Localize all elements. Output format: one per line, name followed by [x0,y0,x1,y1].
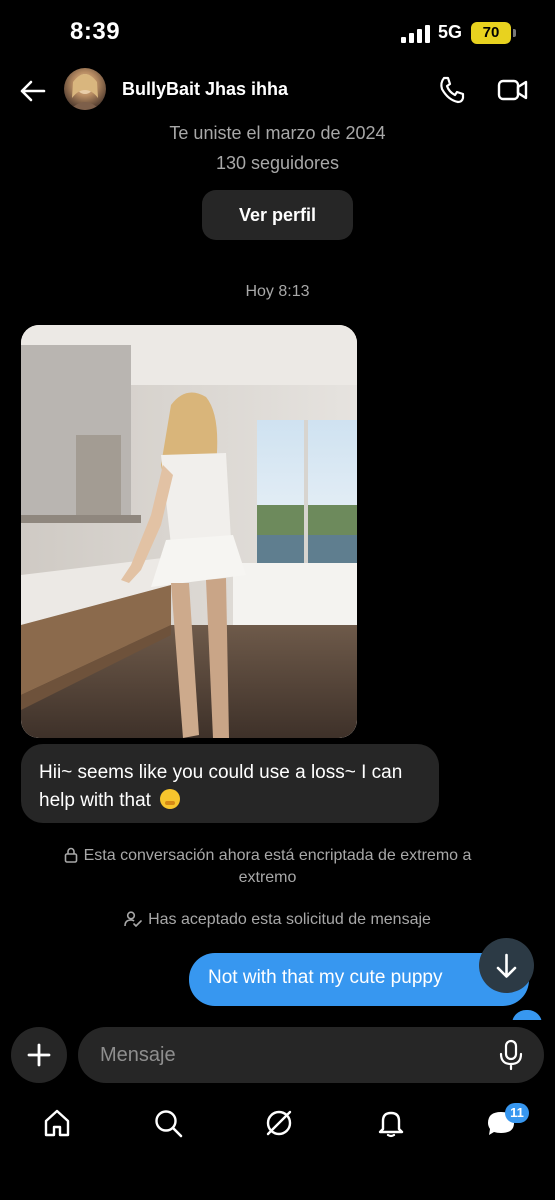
network-type: 5G [438,22,463,42]
microphone-icon[interactable] [496,1039,526,1071]
avatar[interactable] [64,68,106,110]
encryption-notice-text: Esta conversación ahora está encriptada … [83,847,472,886]
photo-message[interactable] [21,325,357,738]
lock-icon [64,847,78,863]
plus-icon[interactable] [11,1027,67,1083]
accepted-request-notice: Has aceptado esta solicitud de mensaje [0,909,555,931]
battery-tip [513,29,516,37]
video-camera-icon[interactable] [497,76,529,104]
battery-indicator: 70 [471,22,511,44]
person-check-icon [124,911,142,927]
incoming-message-bubble[interactable]: Hii~ seems like you could use a loss~ I … [21,744,439,823]
search-icon[interactable] [153,1108,183,1138]
accepted-notice-text: Has aceptado esta solicitud de mensaje [148,911,431,928]
outgoing-message-text: Not with that my cute puppy [208,967,443,988]
status-time: 8:39 [70,18,121,45]
message-input[interactable] [78,1027,544,1083]
encryption-notice: Esta conversación ahora está encriptada … [0,845,555,889]
follower-count: 130 seguidores [215,153,340,173]
home-icon[interactable] [42,1108,72,1138]
view-profile-button[interactable]: Ver perfil [202,190,353,240]
joined-date: Te uniste el marzo de 2024 [169,123,386,143]
message-timestamp: Hoy 8:13 [245,283,310,300]
bell-icon[interactable] [376,1108,406,1138]
contact-name[interactable]: BullyBait Jhas ihha [122,79,288,100]
profile-info: Te uniste el marzo de 2024 130 seguidore… [0,118,555,178]
explore-icon[interactable] [264,1108,294,1138]
bottom-tab-bar: 11 [0,1100,555,1150]
incoming-message-text: Hii~ seems like you could use a loss~ I … [39,762,403,811]
arrow-left-icon[interactable] [14,76,48,106]
outgoing-message-bubble[interactable]: Not with that my cute puppy [189,953,529,1006]
signal-bars-icon [401,25,431,43]
scroll-to-bottom-button[interactable] [479,938,534,993]
status-bar: 8:39 5G 70 [0,0,555,66]
phone-icon[interactable] [437,75,467,105]
chat-header: BullyBait Jhas ihha [0,66,555,116]
arrow-down-icon [496,953,517,978]
messages-badge: 11 [505,1103,529,1123]
face-with-hand-over-mouth-icon [160,789,181,809]
